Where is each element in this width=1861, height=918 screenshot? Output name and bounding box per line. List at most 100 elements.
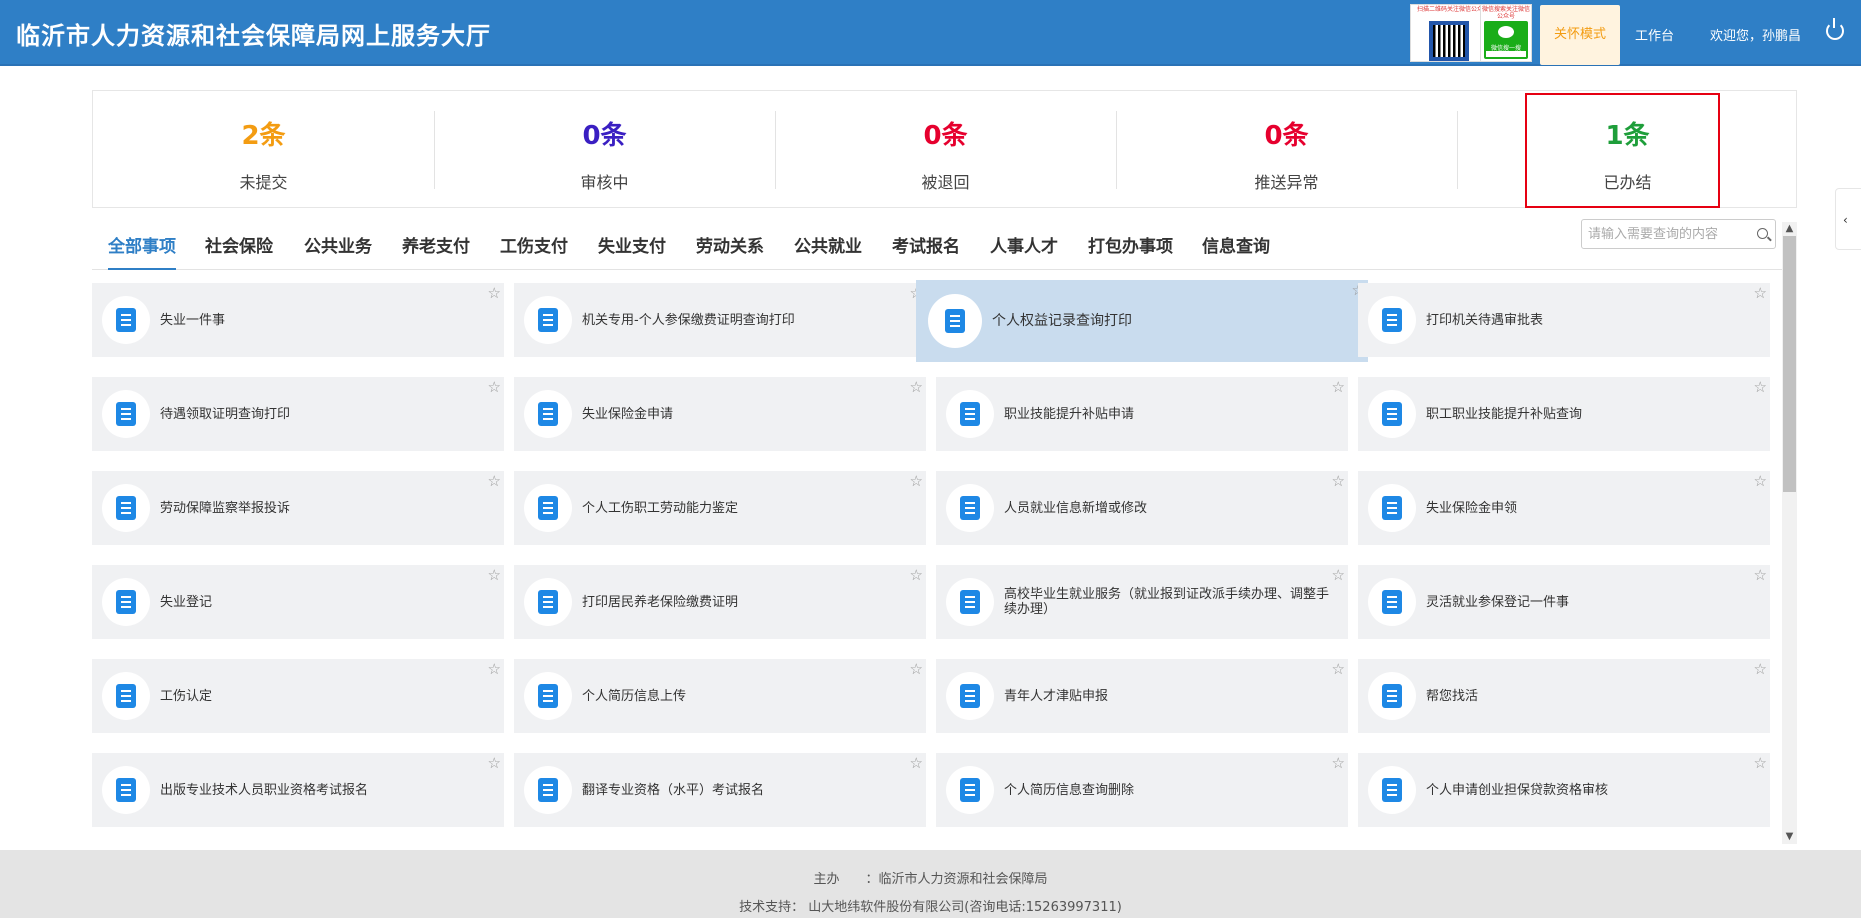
service-item[interactable]: 个人权益记录查询打印☆ [916, 280, 1368, 362]
favorite-star-icon[interactable]: ☆ [1754, 754, 1767, 772]
service-item[interactable]: 个人简历信息上传 ☆ [514, 659, 926, 733]
document-icon [524, 578, 572, 626]
stat-count: 2条 [241, 121, 286, 151]
service-item[interactable]: 个人工伤职工劳动能力鉴定 ☆ [514, 471, 926, 545]
tab-7[interactable]: 公共就业 [794, 232, 862, 270]
logout-power-icon[interactable] [1826, 18, 1844, 40]
favorite-star-icon[interactable]: ☆ [488, 660, 501, 678]
document-icon [1368, 390, 1416, 438]
service-item[interactable]: 失业登记 ☆ [92, 565, 504, 639]
stat-item[interactable]: 0条 审核中 [434, 91, 775, 209]
tab-10[interactable]: 打包办事项 [1088, 232, 1173, 270]
service-item[interactable]: 灵活就业参保登记一件事 ☆ [1358, 565, 1770, 639]
stat-divider [434, 111, 435, 189]
service-item[interactable]: 翻译专业资格（水平）考试报名 ☆ [514, 753, 926, 827]
tab-2[interactable]: 公共业务 [304, 232, 372, 270]
stat-item[interactable]: 2条未提交 [93, 91, 434, 209]
favorite-star-icon[interactable]: ☆ [1754, 660, 1767, 678]
service-item[interactable]: 失业一件事 ☆ [92, 283, 504, 357]
service-item[interactable]: 职业技能提升补贴申请 ☆ [936, 377, 1348, 451]
favorite-star-icon[interactable]: ☆ [1332, 378, 1345, 396]
wechat-icon: 微信搜一搜 [1484, 21, 1528, 59]
service-item-label: 个人申请创业担保贷款资格审核 [1426, 782, 1609, 798]
side-float-tab[interactable]: ‹ [1835, 188, 1861, 250]
stat-item[interactable]: 0条 推送异常 [1116, 91, 1457, 209]
document-icon [524, 766, 572, 814]
favorite-star-icon[interactable]: ☆ [1332, 660, 1345, 678]
favorite-star-icon[interactable]: ☆ [1332, 472, 1345, 490]
tab-9[interactable]: 人事人才 [990, 232, 1058, 270]
service-item[interactable]: 打印机关待遇审批表 ☆ [1358, 283, 1770, 357]
stat-label: 未提交 [239, 173, 288, 192]
footer-support: 技术支持： 山大地纬软件股份有限公司(咨询电话:15263997311) [739, 900, 1122, 915]
service-item[interactable]: 失业保险金申领 ☆ [1358, 471, 1770, 545]
tab-4[interactable]: 工伤支付 [500, 232, 568, 270]
favorite-star-icon[interactable]: ☆ [910, 566, 923, 584]
favorite-star-icon[interactable]: ☆ [1754, 284, 1767, 302]
tab-3[interactable]: 养老支付 [402, 232, 470, 270]
favorite-star-icon[interactable]: ☆ [910, 660, 923, 678]
service-item-label: 机关专用-个人参保缴费证明查询打印 [582, 312, 795, 328]
service-item[interactable]: 劳动保障监察举报投诉 ☆ [92, 471, 504, 545]
service-item[interactable]: 个人简历信息查询删除 ☆ [936, 753, 1348, 827]
service-item[interactable]: 待遇领取证明查询打印 ☆ [92, 377, 504, 451]
tab-8[interactable]: 考试报名 [892, 232, 960, 270]
service-item[interactable]: 青年人才津贴申报 ☆ [936, 659, 1348, 733]
stat-divider [775, 111, 776, 189]
favorite-star-icon[interactable]: ☆ [910, 754, 923, 772]
site-title: 临沂市人力资源和社会保障局网上服务大厅 [16, 22, 491, 50]
favorite-star-icon[interactable]: ☆ [910, 472, 923, 490]
care-mode-button[interactable]: 关怀模式 [1540, 5, 1620, 65]
favorite-star-icon[interactable]: ☆ [488, 754, 501, 772]
scrollbar-thumb[interactable] [1783, 236, 1796, 492]
service-item[interactable]: 帮您找活 ☆ [1358, 659, 1770, 733]
document-icon [1368, 578, 1416, 626]
service-item[interactable]: 职工职业技能提升补贴查询 ☆ [1358, 377, 1770, 451]
service-item[interactable]: 出版专业技术人员职业资格考试报名 ☆ [92, 753, 504, 827]
welcome-user[interactable]: 欢迎您，孙鹏昌 [1710, 25, 1801, 44]
scroll-down-arrow-icon[interactable]: ▼ [1784, 831, 1795, 842]
service-item[interactable]: 失业保险金申请 ☆ [514, 377, 926, 451]
search-icon[interactable] [1757, 228, 1768, 239]
service-item[interactable]: 工伤认定 ☆ [92, 659, 504, 733]
stat-count: 0条 [1264, 121, 1309, 151]
document-icon [1368, 672, 1416, 720]
tab-5[interactable]: 失业支付 [598, 232, 666, 270]
service-item-label: 个人权益记录查询打印 [992, 312, 1132, 329]
service-item-label: 劳动保障监察举报投诉 [160, 500, 291, 516]
tab-11[interactable]: 信息查询 [1202, 232, 1270, 270]
favorite-star-icon[interactable]: ☆ [488, 566, 501, 584]
search-box[interactable] [1581, 219, 1776, 249]
scroll-up-arrow-icon[interactable]: ▲ [1784, 223, 1795, 234]
service-item-label: 职业技能提升补贴申请 [1004, 406, 1135, 422]
stat-label: 被退回 [921, 173, 970, 192]
favorite-star-icon[interactable]: ☆ [1754, 472, 1767, 490]
service-item-label: 个人简历信息查询删除 [1004, 782, 1135, 798]
service-item[interactable]: 高校毕业生就业服务（就业报到证改派手续办理、调整手续办理） ☆ [936, 565, 1348, 639]
tab-1[interactable]: 社会保险 [205, 232, 273, 270]
qr-code-icon [1429, 21, 1469, 61]
stat-item[interactable]: 0条被退回 [775, 91, 1116, 209]
stat-count: 0条 [923, 121, 968, 151]
workbench-link[interactable]: 工作台 [1635, 25, 1674, 44]
favorite-star-icon[interactable]: ☆ [488, 284, 501, 302]
service-item[interactable]: 人员就业信息新增或修改 ☆ [936, 471, 1348, 545]
document-icon [946, 578, 994, 626]
favorite-star-icon[interactable]: ☆ [1332, 566, 1345, 584]
service-item-label: 失业保险金申请 [582, 406, 674, 422]
search-input[interactable] [1588, 225, 1748, 243]
tab-0[interactable]: 全部事项 [108, 232, 176, 270]
favorite-star-icon[interactable]: ☆ [488, 378, 501, 396]
service-item[interactable]: 机关专用-个人参保缴费证明查询打印☆ [514, 283, 926, 357]
favorite-star-icon[interactable]: ☆ [1332, 754, 1345, 772]
favorite-star-icon[interactable]: ☆ [1754, 378, 1767, 396]
stat-count: 0条 [582, 121, 627, 151]
tab-6[interactable]: 劳动关系 [696, 232, 764, 270]
service-item[interactable]: 个人申请创业担保贷款资格审核 ☆ [1358, 753, 1770, 827]
favorite-star-icon[interactable]: ☆ [1754, 566, 1767, 584]
stat-divider [1116, 111, 1117, 189]
favorite-star-icon[interactable]: ☆ [488, 472, 501, 490]
document-icon [524, 484, 572, 532]
service-item[interactable]: 打印居民养老保险缴费证明 ☆ [514, 565, 926, 639]
favorite-star-icon[interactable]: ☆ [910, 378, 923, 396]
